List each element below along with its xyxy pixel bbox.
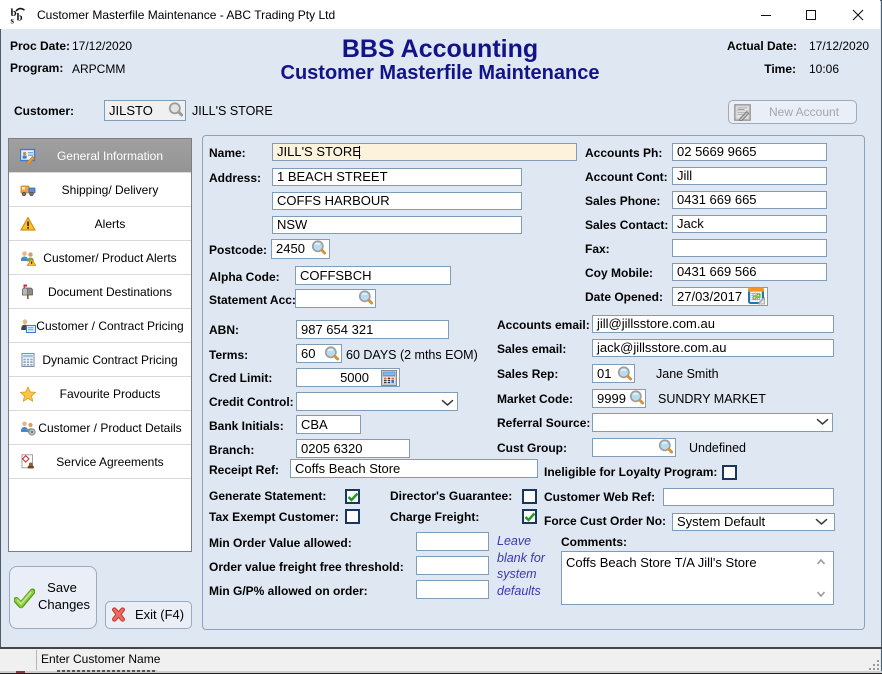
svg-text:b: b [17, 12, 23, 24]
svg-text:s: s [11, 16, 15, 26]
